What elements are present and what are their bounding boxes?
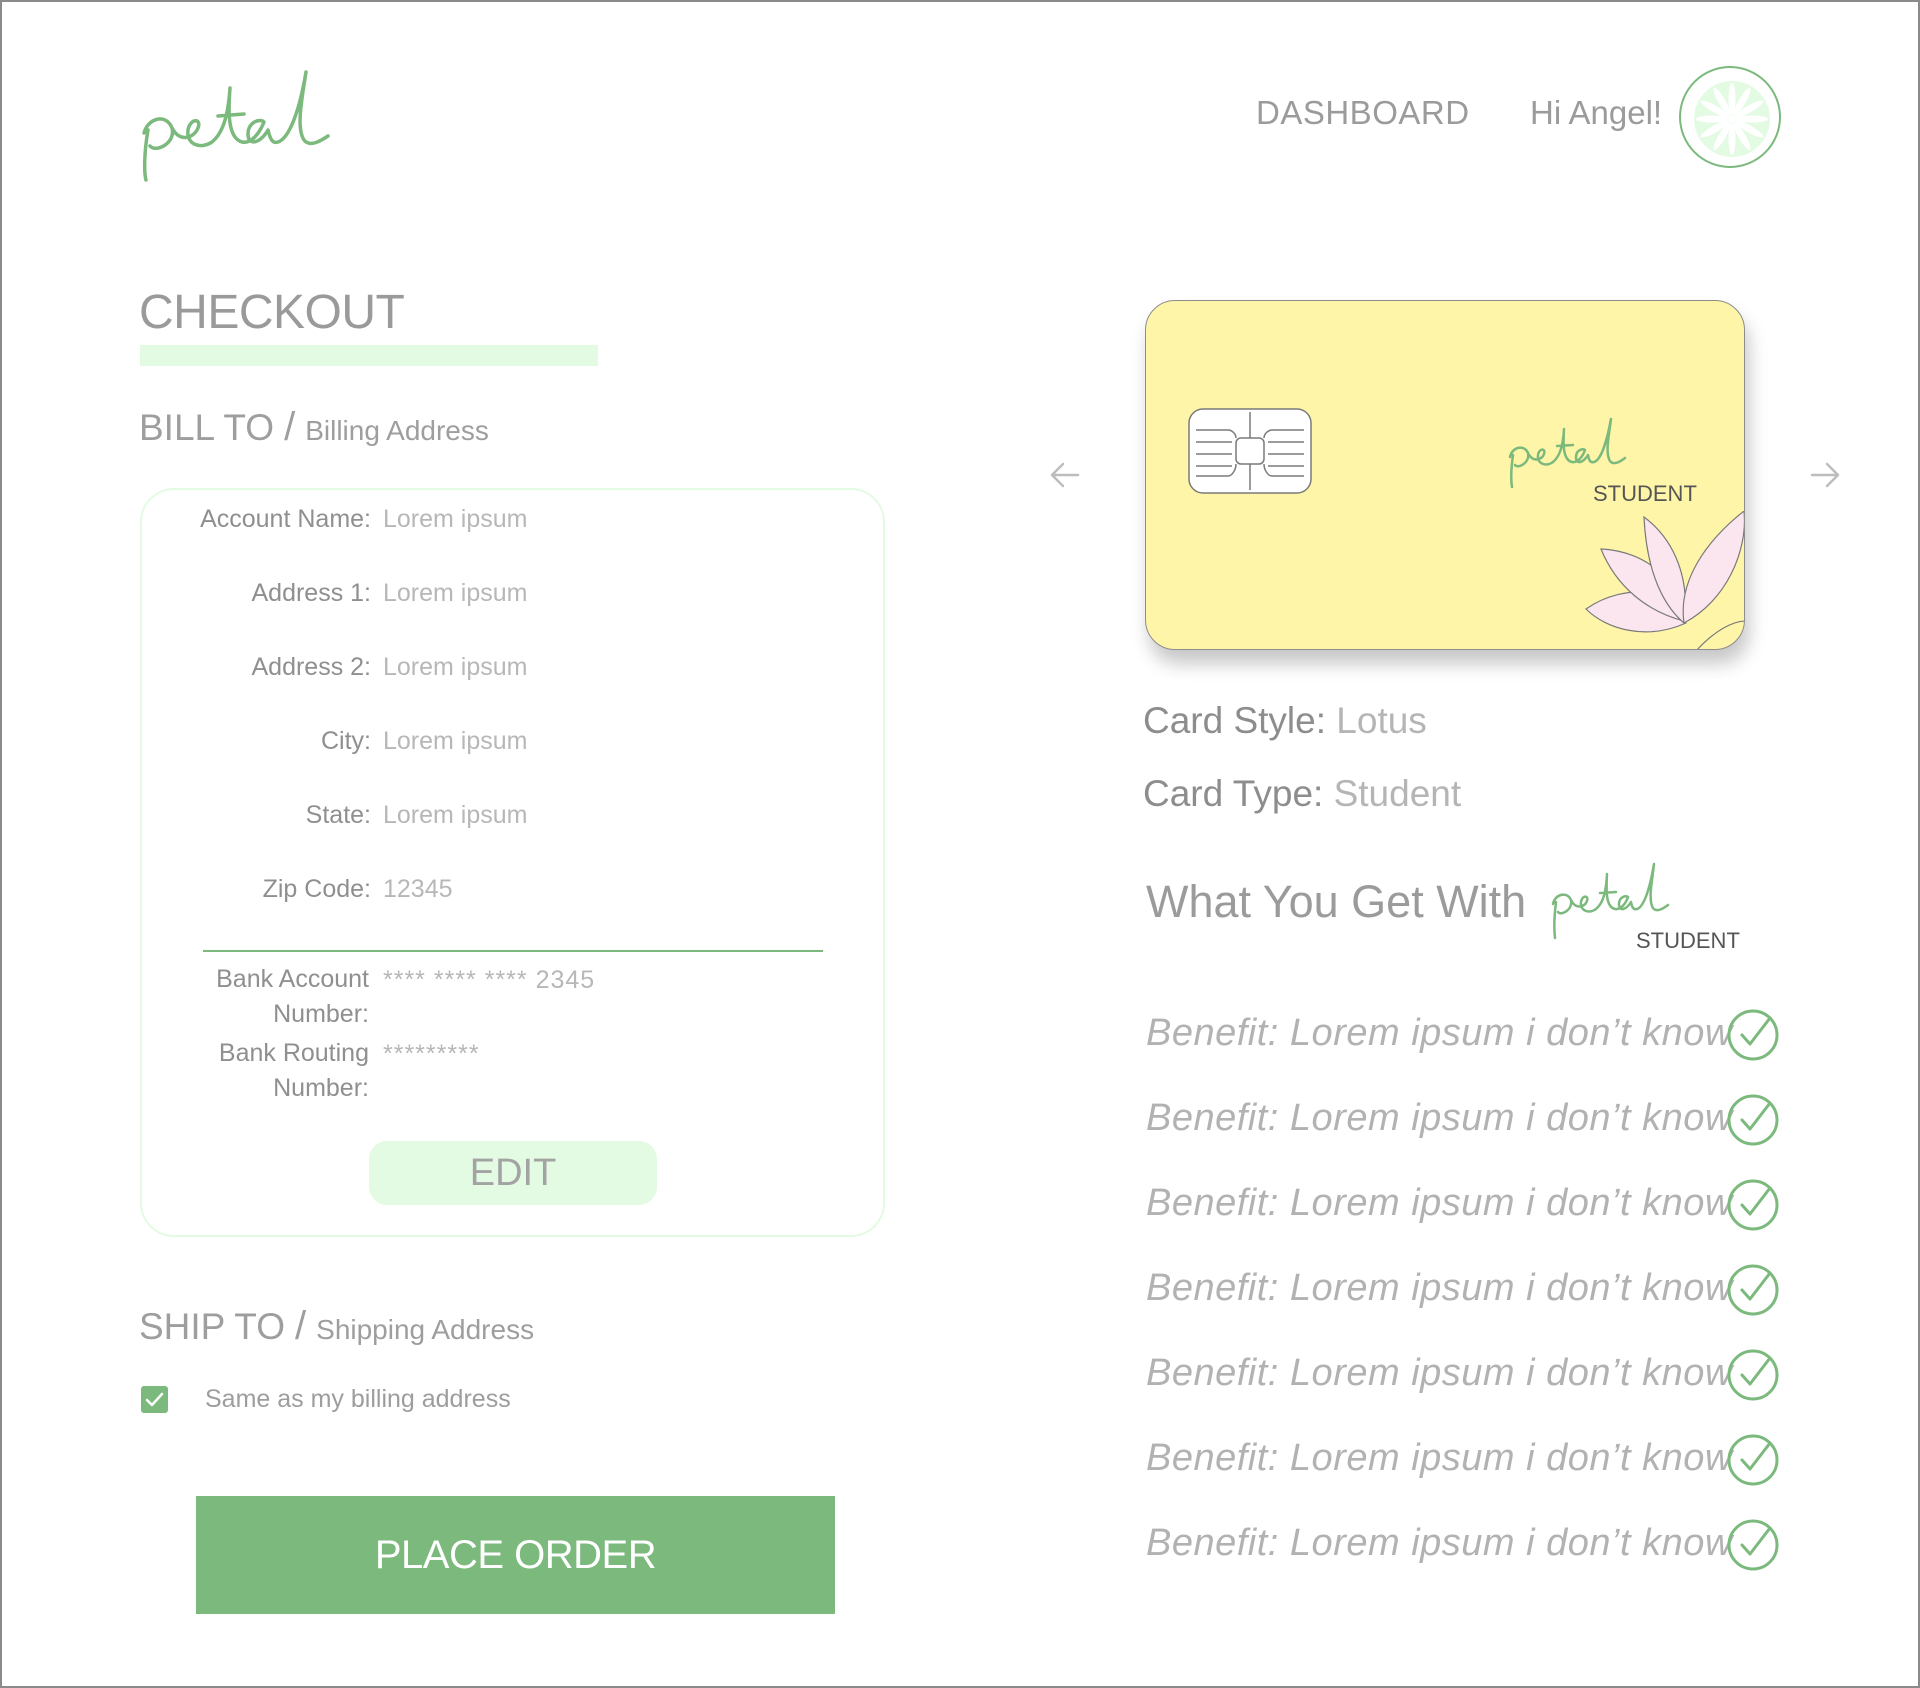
benefit-text: Benefit: Lorem ipsum i don’t know (1146, 1522, 1733, 1564)
benefits-heading: What You Get With (1146, 876, 1527, 927)
field-label: Address 2: (251, 653, 371, 681)
field-city: City: Lorem ipsum (140, 727, 885, 763)
user-avatar[interactable] (1679, 66, 1781, 168)
bank-account-value: **** **** **** 2345 (383, 966, 596, 994)
field-value: 12345 (383, 875, 453, 903)
field-address-1: Address 1: Lorem ipsum (140, 579, 885, 615)
field-value: Lorem ipsum (383, 579, 528, 607)
field-state: State: Lorem ipsum (140, 801, 885, 837)
ship-to-heading: SHIP TO / Shipping Address (139, 1304, 534, 1349)
title-underline (140, 345, 598, 366)
check-circle-icon (1727, 1434, 1779, 1486)
field-value: Lorem ipsum (383, 505, 528, 533)
benefit-item: Benefit: Lorem ipsum i don’t know (1146, 1263, 1786, 1317)
field-label: Address 1: (251, 579, 371, 607)
check-circle-icon (1727, 1264, 1779, 1316)
benefit-item: Benefit: Lorem ipsum i don’t know (1146, 1433, 1786, 1487)
check-circle-icon (1727, 1179, 1779, 1231)
field-address-2: Address 2: Lorem ipsum (140, 653, 885, 689)
benefit-item: Benefit: Lorem ipsum i don’t know (1146, 1093, 1786, 1147)
bank-routing-label-line2: Number: (273, 1074, 369, 1102)
heading-separator: / (295, 1304, 307, 1348)
benefit-text: Benefit: Lorem ipsum i don’t know (1146, 1437, 1733, 1479)
card-style-value: Lotus (1336, 700, 1427, 741)
field-zip-code: Zip Code: 12345 (140, 875, 885, 911)
ship-to-title: SHIP TO (139, 1306, 286, 1347)
heading-separator: / (284, 405, 296, 449)
bank-account-label: Bank Account Number: (169, 962, 369, 1032)
card-type-key: Card Type: (1143, 773, 1324, 814)
field-value: Lorem ipsum (383, 727, 528, 755)
field-value: Lorem ipsum (383, 653, 528, 681)
card-style-row: Card Style: Lotus (1143, 700, 1427, 742)
bank-routing-label-line1: Bank Routing (218, 1039, 369, 1067)
arrow-right-icon[interactable] (1808, 458, 1842, 492)
card-type-label: STUDENT (1593, 481, 1697, 506)
bill-to-subtitle: Billing Address (305, 415, 489, 446)
check-circle-icon (1727, 1349, 1779, 1401)
benefit-item: Benefit: Lorem ipsum i don’t know (1146, 1178, 1786, 1232)
ship-to-subtitle: Shipping Address (316, 1314, 535, 1345)
benefit-item: Benefit: Lorem ipsum i don’t know (1146, 1518, 1786, 1572)
arrow-left-icon[interactable] (1048, 458, 1082, 492)
flower-avatar-icon (1694, 81, 1770, 157)
card-type-row: Card Type: Student (1143, 773, 1461, 815)
benefit-text: Benefit: Lorem ipsum i don’t know (1146, 1097, 1733, 1139)
field-label: City: (321, 727, 371, 755)
check-circle-icon (1727, 1009, 1779, 1061)
same-as-billing-label[interactable]: Same as my billing address (205, 1385, 511, 1414)
field-label: State: (305, 801, 371, 829)
bank-account-label-line2: Number: (273, 1000, 369, 1028)
user-greeting: Hi Angel! (1530, 94, 1663, 131)
benefit-text: Benefit: Lorem ipsum i don’t know (1146, 1352, 1733, 1394)
bill-to-heading: BILL TO / Billing Address (139, 405, 489, 450)
field-account-name: Account Name: Lorem ipsum (140, 505, 885, 541)
checkbox-checked-icon (145, 1392, 164, 1407)
field-label: Account Name: (200, 505, 371, 533)
benefit-text: Benefit: Lorem ipsum i don’t know (1146, 1267, 1733, 1309)
bank-divider (203, 950, 823, 952)
card-type-value: Student (1333, 773, 1462, 814)
field-value: Lorem ipsum (383, 801, 528, 829)
benefits-student-label: STUDENT (1636, 928, 1740, 953)
field-label: Zip Code: (262, 875, 371, 903)
bank-account-label-line1: Bank Account (216, 965, 369, 993)
card-chip-icon (1188, 408, 1312, 494)
same-as-billing-checkbox[interactable] (141, 1386, 168, 1413)
check-circle-icon (1727, 1094, 1779, 1146)
lotus-flower-icon (1585, 511, 1744, 649)
nav-dashboard-link[interactable]: DASHBOARD (1256, 94, 1470, 132)
benefit-item: Benefit: Lorem ipsum i don’t know (1146, 1348, 1786, 1402)
benefit-item: Benefit: Lorem ipsum i don’t know (1146, 1008, 1786, 1062)
bank-routing-label: Bank Routing Number: (169, 1036, 369, 1106)
page-title: CHECKOUT (139, 286, 405, 339)
credit-card-preview: STUDENT (1145, 300, 1745, 650)
bill-to-title: BILL TO (139, 407, 275, 448)
card-style-key: Card Style: (1143, 700, 1327, 741)
place-order-button[interactable]: PLACE ORDER (196, 1496, 835, 1614)
benefit-text: Benefit: Lorem ipsum i don’t know (1146, 1182, 1733, 1224)
bank-routing-value: ********* (383, 1040, 480, 1068)
benefit-text: Benefit: Lorem ipsum i don’t know (1146, 1012, 1733, 1054)
petal-logo[interactable] (136, 58, 376, 188)
edit-button[interactable]: EDIT (369, 1141, 657, 1205)
check-circle-icon (1727, 1519, 1779, 1571)
